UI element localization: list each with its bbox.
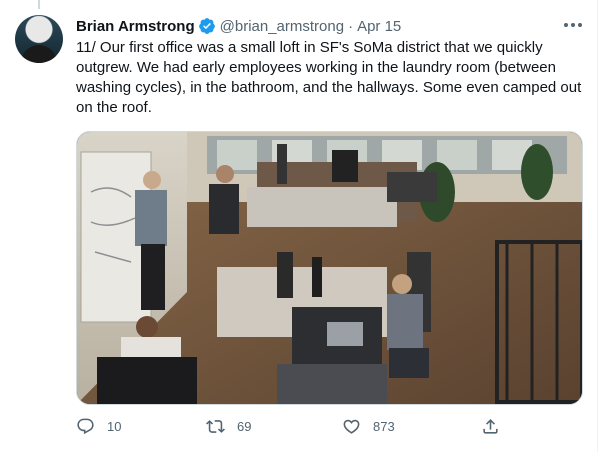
office-photo-illustration bbox=[77, 132, 582, 404]
tweet-actions: 10 69 873 bbox=[76, 414, 546, 438]
tweet-date[interactable]: Apr 15 bbox=[357, 18, 401, 35]
tweet-text: 11/ Our first office was a small loft in… bbox=[76, 39, 582, 116]
heart-icon bbox=[343, 419, 360, 434]
like-button[interactable]: 873 bbox=[342, 414, 395, 438]
tweet-photo[interactable] bbox=[76, 131, 583, 405]
more-horizontal-icon[interactable] bbox=[562, 15, 584, 35]
reply-count: 10 bbox=[107, 418, 122, 434]
share-icon bbox=[483, 418, 498, 434]
retweet-icon bbox=[206, 419, 225, 433]
reply-button[interactable]: 10 bbox=[76, 414, 121, 438]
thread-connector-line bbox=[38, 0, 40, 9]
reply-icon bbox=[77, 418, 94, 434]
column-divider bbox=[597, 0, 598, 452]
share-button[interactable] bbox=[481, 414, 512, 438]
retweet-count: 69 bbox=[237, 418, 252, 434]
verified-badge-icon bbox=[198, 18, 215, 34]
avatar[interactable] bbox=[15, 15, 63, 63]
tweet-header: Brian Armstrong @brian_armstrong · Apr 1… bbox=[76, 15, 401, 37]
like-count: 873 bbox=[373, 418, 395, 434]
header-separator: · bbox=[348, 17, 354, 35]
author-name[interactable]: Brian Armstrong bbox=[76, 18, 195, 35]
author-handle[interactable]: @brian_armstrong bbox=[220, 18, 344, 35]
retweet-button[interactable]: 69 bbox=[206, 414, 251, 438]
